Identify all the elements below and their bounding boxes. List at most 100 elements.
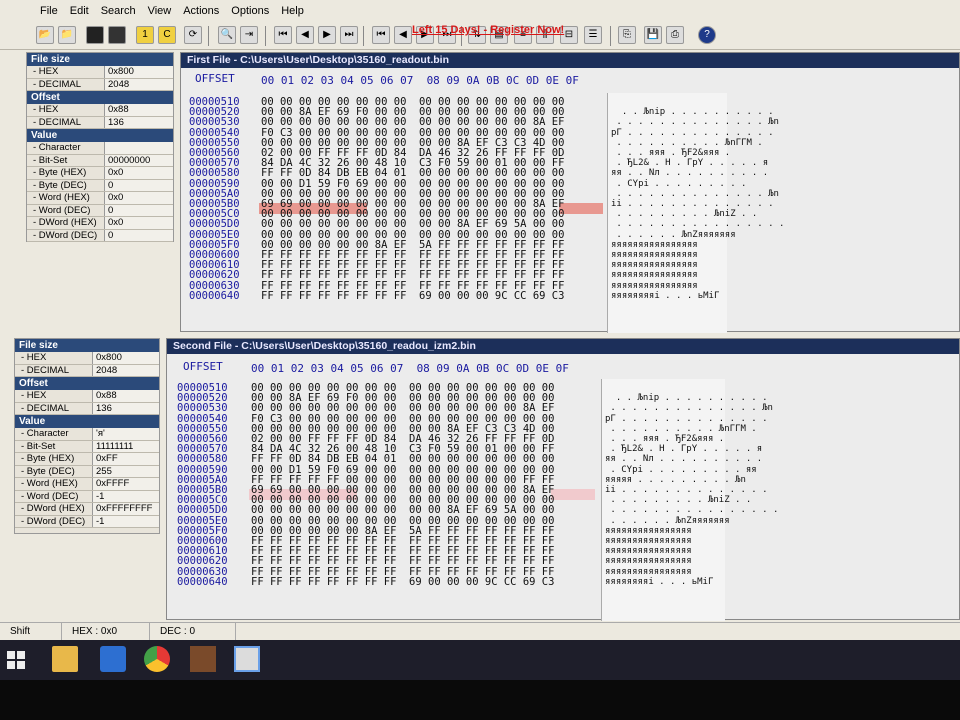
panel-row: - Word (HEX) 0x0 [27,192,173,205]
cube-icon[interactable] [108,26,126,44]
panel-row-value: 0x0 [105,217,173,229]
panel-row-label: - DWord (HEX) [15,503,93,515]
first-file-view[interactable]: First File - C:\Users\User\Desktop\35160… [180,52,960,333]
ascii-data[interactable]: . . Љnip . . . . . . . . . . . . . . . .… [605,383,778,587]
panel-row: - HEX 0x88 [15,390,159,403]
panel-row-value: 0x800 [105,66,173,78]
panel-row-label: - DECIMAL [15,364,93,376]
prev-diff-icon[interactable]: ◀ [296,26,314,44]
panel-row: - Bit-Set 11111111 [15,440,159,453]
second-file-view[interactable]: Second File - C:\Users\User\Desktop\3516… [166,338,960,621]
first-block-icon[interactable]: ⏮ [372,26,390,44]
first-file-title: First File - C:\Users\User\Desktop\35160… [181,53,959,68]
panel-row: - DECIMAL 2048 [15,364,159,377]
panel-row-value: 0 [105,179,173,191]
taskbar [0,640,960,680]
windows-start-icon[interactable] [6,650,26,670]
panel-row-label: - DECIMAL [15,402,93,414]
register-banner[interactable]: Left 15 Days! - Register Now! [412,24,564,36]
copy-icon[interactable]: ⎘ [618,26,636,44]
panel-row: - DWord (DEC) 0 [27,229,173,242]
file-explorer-icon[interactable] [52,646,78,672]
panel-row: - HEX 0x800 [27,66,173,79]
offset-header: OFFSET [183,360,223,373]
stop-icon[interactable] [86,26,104,44]
offset-column: 00000510 00000520 00000530 00000540 0000… [189,96,240,302]
panel-row-label: - Word (DEC) [27,204,105,216]
hex-data[interactable]: 00 00 00 00 00 00 00 00 00 00 00 00 00 0… [251,383,554,587]
panel-row-label: - HEX [27,104,105,116]
panel-row-label: - HEX [15,390,93,402]
menu-bar: File Edit Search View Actions Options He… [0,0,960,22]
menu-view[interactable]: View [148,5,172,17]
goto-icon[interactable]: ⇥ [240,26,258,44]
panel-row-label: - Byte (HEX) [27,167,105,179]
panel-row-label: - DWord (DEC) [27,229,105,241]
panel-row: - DWord (HEX) 0xFFFFFFFF [15,503,159,516]
chrome-icon[interactable] [144,646,170,672]
compare-icon[interactable]: C [158,26,176,44]
status-dec: DEC : 0 [150,623,236,640]
list-icon[interactable]: ☰ [584,26,602,44]
panel-row: - Character [27,142,173,155]
panel-row-label: - HEX [27,66,105,78]
panel-row-value: 00000000 [105,154,173,166]
hex-compare-app-icon[interactable] [234,646,260,672]
panel-row-label: - Word (HEX) [27,192,105,204]
menu-help[interactable]: Help [281,5,304,17]
status-hex: HEX : 0x0 [62,623,150,640]
panel-row: - Bit-Set 00000000 [27,154,173,167]
hex-data[interactable]: 00 00 00 00 00 00 00 00 00 00 00 00 00 0… [261,97,564,301]
panel-row-value: 0x0 [105,167,173,179]
panel-row-value: 0xFF [93,453,159,465]
panel-row-value: 0x0 [105,192,173,204]
menu-options[interactable]: Options [231,5,269,17]
open-file-icon[interactable]: 📂 [36,26,54,44]
menu-file[interactable]: File [40,5,58,17]
prev-block-icon[interactable]: ◀ [394,26,412,44]
last-diff-icon[interactable]: ⏭ [340,26,358,44]
panel-row: - DWord (HEX) 0x0 [27,217,173,230]
panel-row-label: - Byte (HEX) [15,453,93,465]
next-diff-icon[interactable]: ▶ [318,26,336,44]
panel-row-value: 0x88 [93,390,159,402]
save-icon[interactable]: 💾 [644,26,662,44]
column-header: 00 01 02 03 04 05 06 07 08 09 0A 0B 0C 0… [261,74,579,87]
panel-row: - Byte (HEX) 0x0 [27,167,173,180]
panel-row-label: - Byte (DEC) [27,179,105,191]
panel-row: - Character'я' [15,428,159,441]
panel-row: - DECIMAL 136 [27,116,173,129]
first-diff-icon[interactable]: ⏮ [274,26,292,44]
panel-section-header: File size [27,53,173,66]
find-icon[interactable]: 🔍 [218,26,236,44]
panel-section-header: Offset [27,91,173,104]
panel-section-header: Value [27,129,173,142]
menu-actions[interactable]: Actions [183,5,219,17]
panel-row-value: -1 [93,515,159,527]
one-icon[interactable]: 1 [136,26,154,44]
menu-search[interactable]: Search [101,5,136,17]
status-bar: Shift HEX : 0x0 DEC : 0 [0,622,960,640]
panel-row-label: - DWord (HEX) [27,217,105,229]
panel-row: - Word (HEX) 0xFFFF [15,478,159,491]
refresh-icon[interactable]: ⟳ [184,26,202,44]
panel-row-value: 11111111 [93,440,159,452]
print-icon[interactable]: ⎙ [666,26,684,44]
ascii-data[interactable]: . . Љnip . . . . . . . . . . . . . . . .… [611,97,784,301]
panel-row-value: 0 [105,204,173,216]
menu-edit[interactable]: Edit [70,5,89,17]
panel-row-label: - Character [15,428,93,440]
panel-row-value: 0xFFFFFFFF [93,503,159,515]
panel-row: - Word (DEC) -1 [15,490,159,503]
panel-row-value: 'я' [93,428,159,440]
panel-row: - Byte (DEC) 255 [15,465,159,478]
panel-row-value: 2048 [93,364,159,376]
panel-section-header: File size [15,339,159,352]
app-icon[interactable] [190,646,216,672]
column-header: 00 01 02 03 04 05 06 07 08 09 0A 0B 0C 0… [251,362,569,375]
offset-header: OFFSET [195,72,235,85]
panel-row-label: - Bit-Set [27,154,105,166]
store-icon[interactable] [100,646,126,672]
open-second-file-icon[interactable]: 📁 [58,26,76,44]
help-icon[interactable]: ? [698,26,716,44]
